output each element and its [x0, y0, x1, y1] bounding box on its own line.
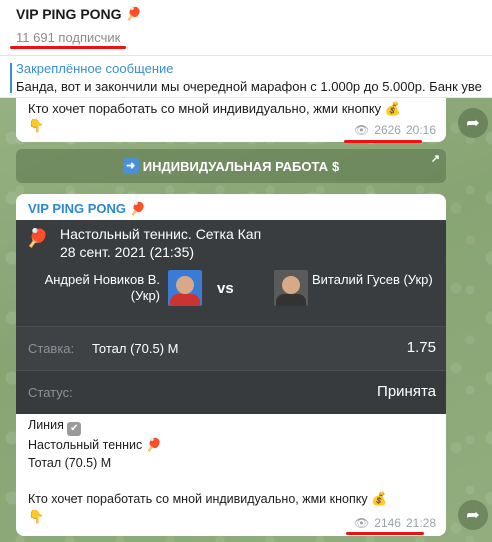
channel-name: VIP PING PONG: [16, 6, 122, 22]
external-link-icon: ↗: [430, 153, 440, 165]
eye-icon: 👁: [354, 516, 370, 530]
dollar-icon: $: [332, 158, 340, 174]
subscriber-count: 11 691 подписчик: [16, 30, 121, 45]
point-down-icon: 👇: [28, 118, 45, 133]
line-label: Линия: [28, 418, 64, 432]
highlight-underline: [346, 532, 424, 535]
cta-text: Кто хочет поработать со мной индивидуаль…: [28, 492, 368, 506]
sport-label: Настольный теннис: [28, 438, 143, 452]
highlight-underline: [344, 140, 422, 143]
bet-odds: 1.75: [406, 339, 436, 356]
player-2-avatar: [274, 270, 308, 306]
chat-header[interactable]: VIP PING PONG 🏓 11 691 подписчик: [0, 0, 492, 56]
button-label: ИНДИВИДУАЛЬНАЯ РАБОТА: [142, 158, 328, 174]
share-arrow-icon: ➦: [466, 507, 480, 524]
individual-work-button[interactable]: ➜ ИНДИВИДУАЛЬНАЯ РАБОТА $ ↗: [16, 149, 446, 183]
status-row: Статус: Принята: [16, 370, 446, 414]
ping-pong-icon: 🏓: [145, 437, 162, 452]
table-tennis-icon: 🏓: [26, 228, 49, 248]
view-count: 2146: [374, 516, 401, 530]
status-label: Статус:: [28, 385, 73, 400]
check-icon: ✔: [67, 422, 82, 436]
share-button[interactable]: ➦: [458, 108, 488, 138]
ping-pong-icon: 🏓: [125, 6, 142, 21]
player-1-name: Андрей Новиков В. (Укр): [44, 272, 160, 303]
pinned-title: Закреплённое сообщение: [16, 61, 174, 76]
message-text-line: Кто хочет поработать со мной индивидуаль…: [28, 101, 382, 116]
bet-row: Ставка: Тотал (70.5) М 1.75: [16, 326, 446, 370]
message-text: Линия ✔ Настольный теннис 🏓 Тотал (70.5)…: [28, 416, 387, 526]
ping-pong-icon: 🏓: [129, 201, 146, 216]
share-button[interactable]: ➦: [458, 500, 488, 530]
bet-line: Тотал (70.5) М: [28, 456, 112, 470]
bet-date: 28 сент. 2021 (21:35): [60, 244, 195, 260]
arrow-right-icon: ➜: [122, 158, 139, 174]
message-time: 21:28: [405, 516, 436, 530]
status-value: Принята: [377, 383, 436, 400]
eye-icon: 👁: [354, 123, 370, 137]
message-bubble[interactable]: VIP PING PONG 🏓 🏓 Настольный теннис. Сет…: [16, 194, 446, 536]
share-arrow-icon: ➦: [466, 115, 480, 132]
pinned-message[interactable]: Закреплённое сообщение Банда, вот и зако…: [0, 56, 492, 98]
message-author: VIP PING PONG 🏓: [28, 201, 146, 217]
message-meta: 👁 2146 21:28: [354, 516, 436, 530]
player-1-avatar: [168, 270, 202, 306]
versus-label: vs: [217, 280, 234, 297]
bet-sport: Настольный теннис. Сетка Кап: [60, 226, 262, 242]
point-down-icon: 👇: [28, 509, 45, 524]
money-bag-icon: 💰: [384, 101, 401, 116]
pinned-text: Банда, вот и закончили мы очередной мара…: [16, 79, 482, 94]
money-bag-icon: 💰: [371, 491, 388, 506]
channel-title[interactable]: VIP PING PONG 🏓: [16, 6, 492, 22]
view-count: 2626: [374, 123, 401, 137]
message-bubble[interactable]: Кто хочет поработать со мной индивидуаль…: [16, 98, 446, 143]
message-meta: 👁 2626 20:16: [354, 123, 436, 137]
player-2-name: Виталий Гусев (Укр): [312, 272, 433, 287]
bet-value: Тотал (70.5) М: [92, 341, 179, 356]
author-name: VIP PING PONG: [28, 201, 127, 216]
bet-card: 🏓 Настольный теннис. Сетка Кап 28 сент. …: [16, 220, 446, 414]
message-time: 20:16: [405, 123, 436, 137]
highlight-underline: [10, 46, 126, 49]
pinned-accent-bar: [10, 63, 12, 93]
bet-label: Ставка:: [28, 341, 75, 356]
